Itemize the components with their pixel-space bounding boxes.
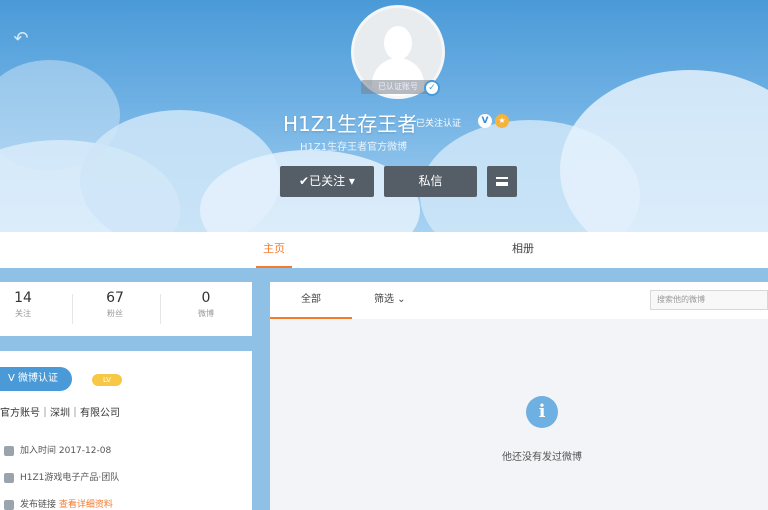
verified-badge-icon: ✓ — [424, 80, 440, 96]
badge-text: 已关注认证 — [416, 119, 462, 129]
verified-v-icon[interactable]: V — [478, 114, 492, 128]
stats-card: 14 关注 67 粉丝 0 微博 — [0, 282, 252, 336]
stat-value: 0 — [201, 290, 211, 306]
verification-badge[interactable]: V 微博认证 — [0, 367, 72, 391]
company-info: 官方账号｜深圳｜有限公司 — [0, 408, 120, 419]
info-row-link: 发布链接 查看详细资料 — [0, 497, 113, 510]
info-row-join-date: 加入时间 2017-12-08 — [0, 443, 111, 456]
profile-name: H1Z1生存王者 — [283, 112, 418, 136]
stat-followers[interactable]: 67 粉丝 — [80, 290, 150, 319]
divider — [160, 294, 161, 324]
vip-icon[interactable]: ★ — [495, 114, 509, 128]
back-icon[interactable]: ↶ — [10, 28, 32, 50]
tab-home[interactable]: 主页 — [256, 232, 292, 268]
stat-value: 14 — [14, 290, 32, 306]
feed-header: 全部 筛选 ⌄ 搜索他的微博 — [270, 282, 768, 319]
feed-search-input[interactable]: 搜索他的微博 — [650, 290, 768, 310]
empty-feed-message: 他还没有发过微博 — [502, 452, 582, 463]
info-row-tags: H1Z1游戏电子产品·团队 — [0, 470, 119, 483]
feed-panel: 全部 筛选 ⌄ 搜索他的微博 i 他还没有发过微博 — [270, 282, 768, 510]
message-button[interactable]: 私信 — [384, 166, 477, 197]
tab-photos[interactable]: 相册 — [505, 232, 541, 268]
info-row-text: 加入时间 2017-12-08 — [20, 446, 112, 456]
info-row-text: H1Z1游戏电子产品·团队 — [20, 473, 120, 483]
info-row-text: 发布链接 — [20, 500, 59, 510]
tag-icon — [4, 472, 14, 483]
cloud-decoration — [560, 70, 768, 232]
stat-label: 粉丝 — [107, 309, 123, 318]
info-row-link-text[interactable]: 查看详细资料 — [59, 500, 113, 510]
stat-label: 关注 — [15, 309, 31, 318]
level-tag: LV — [92, 374, 122, 386]
stat-following[interactable]: 14 关注 — [0, 290, 58, 319]
feed-filter-dropdown[interactable]: 筛选 ⌄ — [374, 282, 424, 319]
stat-posts[interactable]: 0 微博 — [171, 290, 241, 319]
divider — [72, 294, 73, 324]
profile-tabbar: 主页 相册 — [0, 232, 768, 268]
stat-label: 微博 — [198, 309, 214, 318]
follow-button[interactable]: ✔已关注 ▾ — [280, 166, 374, 197]
profile-subtitle: H1Z1生存王者官方微博 — [300, 142, 408, 153]
menu-icon — [496, 177, 508, 186]
info-card: V 微博认证 LV 官方账号｜深圳｜有限公司 加入时间 2017-12-08 H… — [0, 351, 252, 510]
link-icon — [4, 499, 14, 510]
stat-value: 67 — [106, 290, 124, 306]
more-menu-button[interactable] — [487, 166, 517, 197]
info-icon: i — [526, 396, 558, 428]
calendar-icon — [4, 445, 14, 456]
feed-tab-all[interactable]: 全部 — [270, 282, 352, 319]
profile-banner: ↶ 已认证账号 ✓ H1Z1生存王者 已关注认证 V ★ H1Z1生存王者官方微… — [0, 0, 768, 232]
